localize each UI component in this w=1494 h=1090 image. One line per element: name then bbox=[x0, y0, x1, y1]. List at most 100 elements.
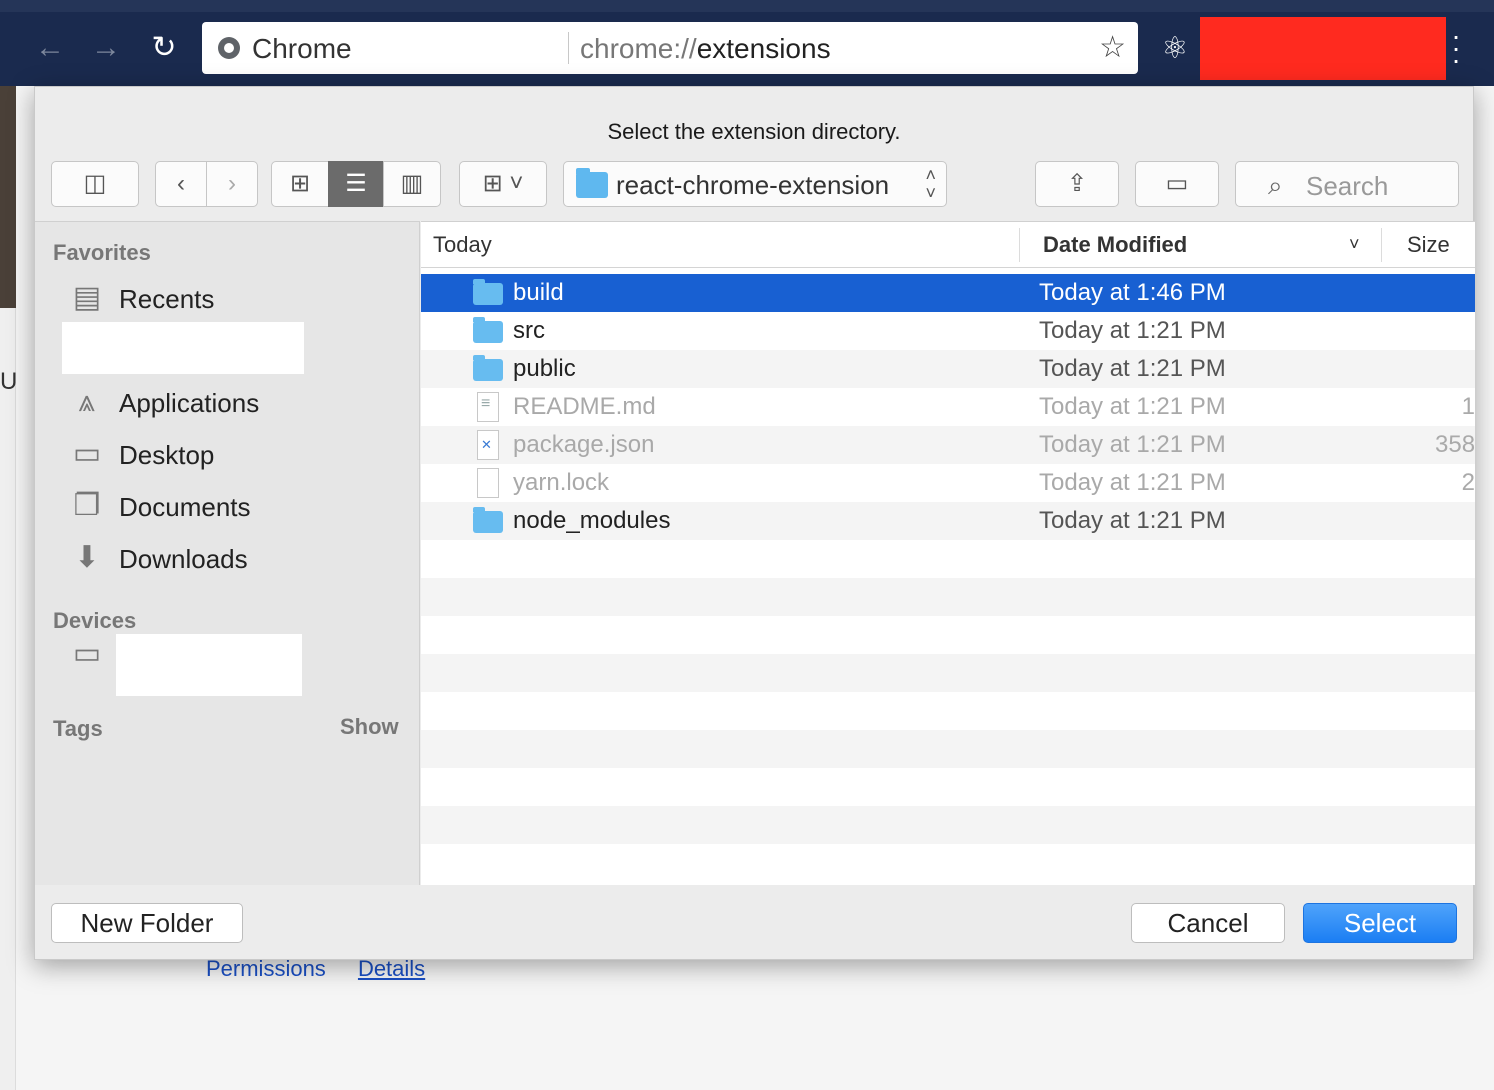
omnibox-chip-label: Chrome bbox=[252, 33, 352, 64]
file-name: package.json bbox=[513, 431, 655, 458]
file-row: package.json Today at 1:21 PM 358 bbox=[421, 426, 1475, 464]
downloads-icon: ⬇ bbox=[74, 541, 100, 574]
folder-icon bbox=[576, 168, 608, 198]
desktop-icon: ▭ bbox=[72, 437, 102, 470]
search-icon: ⌕ bbox=[1268, 170, 1283, 200]
tags-button[interactable]: ▭ bbox=[1135, 161, 1219, 207]
search-field[interactable]: ⌕ Search bbox=[1235, 161, 1459, 207]
file-name: README.md bbox=[513, 393, 656, 420]
empty-row bbox=[421, 540, 1475, 578]
empty-row bbox=[421, 730, 1475, 768]
recents-icon: ▤ bbox=[72, 281, 102, 314]
name-column-header[interactable]: Today bbox=[433, 232, 492, 258]
redacted-device-name bbox=[116, 634, 302, 696]
folder-icon bbox=[473, 507, 503, 533]
file-row[interactable]: node_modules Today at 1:21 PM bbox=[421, 502, 1475, 540]
empty-row bbox=[421, 806, 1475, 844]
menu-dots-icon[interactable]: · · · bbox=[1446, 22, 1466, 74]
icon-view-button[interactable]: ⊞ bbox=[271, 161, 329, 207]
forward-icon[interactable]: → bbox=[86, 28, 126, 68]
file-row[interactable]: src Today at 1:21 PM bbox=[421, 312, 1475, 350]
share-button[interactable]: ⇪ bbox=[1035, 161, 1119, 207]
file-list: Today Date Modified ˅ Size build Today a… bbox=[421, 221, 1475, 885]
address-bar[interactable]: Chrome chrome://extensions ☆ bbox=[202, 22, 1138, 74]
sidebar-item-label: Applications bbox=[119, 388, 260, 418]
file-size: 2 bbox=[1461, 469, 1475, 496]
chevron-left-icon: ‹ bbox=[177, 170, 185, 197]
empty-row bbox=[421, 654, 1475, 692]
json-file-icon bbox=[477, 430, 499, 460]
url-path: extensions bbox=[696, 33, 831, 64]
column-divider bbox=[1381, 228, 1382, 262]
sidebar-item-label: Recents bbox=[119, 284, 215, 314]
file-row[interactable]: build Today at 1:46 PM bbox=[421, 274, 1475, 312]
empty-row bbox=[421, 616, 1475, 654]
file-row[interactable]: public Today at 1:21 PM bbox=[421, 350, 1475, 388]
cancel-button[interactable]: Cancel bbox=[1131, 903, 1285, 943]
omnibox-divider bbox=[568, 32, 569, 64]
new-folder-button[interactable]: New Folder bbox=[51, 903, 243, 943]
file-date: Today at 1:46 PM bbox=[1039, 279, 1226, 306]
chrome-icon bbox=[218, 37, 240, 59]
markdown-file-icon bbox=[477, 392, 499, 422]
path-popup[interactable]: react-chrome-extension ˄ ˅ bbox=[563, 161, 947, 207]
select-button[interactable]: Select bbox=[1303, 903, 1457, 943]
documents-icon: ❐ bbox=[73, 489, 101, 522]
current-folder-label: react-chrome-extension bbox=[616, 170, 890, 200]
tags-show-button[interactable]: Show bbox=[340, 714, 399, 740]
tab-strip bbox=[0, 0, 1494, 12]
list-view-button[interactable]: ☰ bbox=[328, 161, 384, 207]
react-extension-icon[interactable]: ⚛ bbox=[1158, 32, 1192, 66]
sidebar-item-label: Downloads bbox=[119, 544, 248, 574]
file-name: src bbox=[513, 317, 545, 344]
devices-heading: Devices bbox=[53, 608, 137, 633]
file-name: build bbox=[513, 279, 564, 306]
date-column-header[interactable]: Date Modified bbox=[1043, 232, 1187, 258]
back-button[interactable]: ‹ bbox=[155, 161, 207, 207]
file-size: 1 bbox=[1461, 393, 1475, 420]
dialog-title: Select the extension directory. bbox=[607, 119, 901, 144]
grid-icon: ⊞ bbox=[289, 170, 311, 197]
empty-row bbox=[421, 692, 1475, 730]
share-icon: ⇪ bbox=[1066, 170, 1088, 197]
forward-button[interactable]: › bbox=[206, 161, 258, 207]
url-text[interactable]: chrome://extensions bbox=[580, 33, 831, 65]
list-icon: ☰ bbox=[345, 170, 367, 197]
tags-heading: Tags bbox=[53, 716, 103, 741]
file-date: Today at 1:21 PM bbox=[1039, 469, 1226, 496]
folder-icon bbox=[473, 317, 503, 343]
arrange-grid-icon: ⊞ ˅ bbox=[482, 170, 524, 197]
sidebar-item-label: Documents bbox=[119, 492, 251, 522]
updown-chevron-icon: ˄ ˅ bbox=[925, 165, 936, 203]
empty-row bbox=[421, 578, 1475, 616]
browser-toolbar: ← → ↻ Chrome chrome://extensions ☆ ⚛ · · · bbox=[0, 0, 1494, 86]
file-name: public bbox=[513, 355, 576, 382]
file-date: Today at 1:21 PM bbox=[1039, 431, 1226, 458]
sidebar-toggle-button[interactable]: ◫ bbox=[51, 161, 139, 207]
redacted-sidebar-item bbox=[62, 322, 304, 374]
background-window-edge-lower bbox=[0, 308, 16, 1090]
file-date: Today at 1:21 PM bbox=[1039, 355, 1226, 382]
url-scheme: chrome:// bbox=[580, 33, 697, 64]
column-view-button[interactable]: ▥ bbox=[383, 161, 441, 207]
sidebar-toggle-icon: ◫ bbox=[83, 170, 107, 197]
background-window-edge bbox=[0, 86, 16, 308]
columns-icon: ▥ bbox=[400, 170, 424, 197]
file-name: node_modules bbox=[513, 507, 671, 534]
back-icon[interactable]: ← bbox=[30, 28, 70, 68]
file-name: yarn.lock bbox=[513, 469, 610, 496]
size-column-header[interactable]: Size bbox=[1407, 232, 1450, 258]
arrange-button[interactable]: ⊞ ˅ bbox=[459, 161, 547, 207]
sort-chevron-icon: ˅ bbox=[1349, 234, 1360, 254]
file-date: Today at 1:21 PM bbox=[1039, 507, 1226, 534]
select-directory-dialog: Select the extension directory. ◫ ‹ › ⊞ … bbox=[34, 86, 1475, 960]
empty-row bbox=[421, 844, 1475, 882]
file-date: Today at 1:21 PM bbox=[1039, 317, 1226, 344]
sidebar-item-label: Desktop bbox=[119, 440, 215, 470]
file-date: Today at 1:21 PM bbox=[1039, 393, 1226, 420]
tag-icon: ▭ bbox=[1165, 170, 1189, 197]
reload-icon[interactable]: ↻ bbox=[144, 28, 184, 68]
applications-icon: ⩓ bbox=[78, 385, 96, 418]
file-row: yarn.lock Today at 1:21 PM 2 bbox=[421, 464, 1475, 502]
bookmark-star-icon[interactable]: ☆ bbox=[1099, 30, 1126, 65]
